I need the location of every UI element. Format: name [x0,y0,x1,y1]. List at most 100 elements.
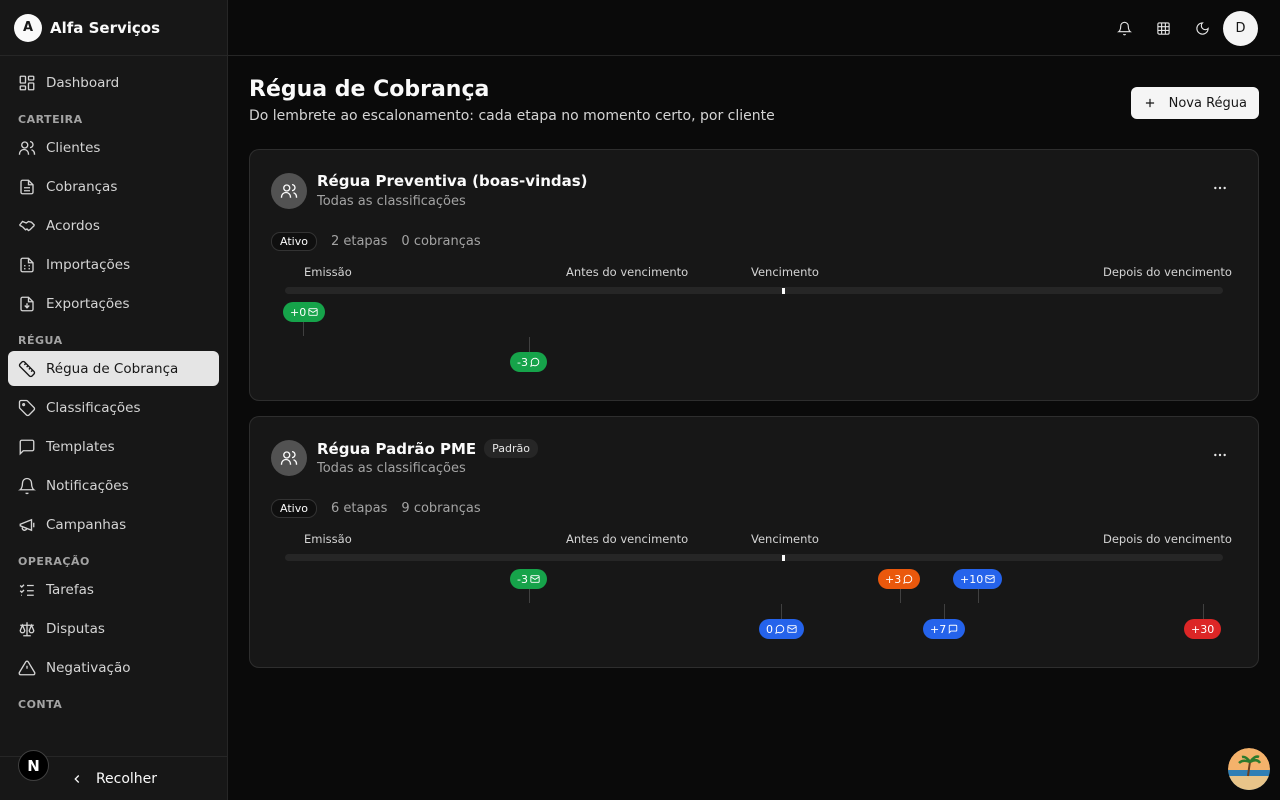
regua-avatar [271,440,307,476]
sidebar-item-label: Disputas [46,620,105,637]
main-content: Régua de Cobrança Do lembrete ao escalon… [228,57,1280,800]
workspace-switcher[interactable]: A Alfa Serviços [0,0,227,56]
page-title: Régua de Cobrança [249,77,490,102]
regua-title: Régua Padrão PME [317,439,477,458]
top-bar: D [228,0,1280,56]
step-chip[interactable]: +10 [953,569,1003,589]
email-icon [787,625,797,633]
dashboard-icon [19,75,35,90]
section-operacao: OPERAÇÃO [18,555,90,568]
sidebar-item-cobrancas[interactable]: Cobranças [8,169,219,204]
step-label: +7 [930,622,947,636]
plus-icon [1145,98,1154,108]
more-horizontal-icon[interactable] [1212,447,1228,463]
message-icon [949,624,958,634]
step-chip[interactable]: +3 [878,569,921,589]
step-label: +10 [960,572,984,586]
list-checks-icon [19,583,34,596]
bell-icon [1116,21,1132,36]
chat-icon [903,574,913,584]
step-label: -3 [517,355,528,369]
regua-subtitle: Todas as classificações [317,194,466,209]
timeline-label-vencimento: Vencimento [751,265,819,279]
users-icon [280,450,298,465]
workspace-name: Alfa Serviços [50,18,161,37]
step-chip[interactable]: -3 [510,569,547,589]
timeline-track [285,287,1223,294]
sidebar-item-label: Régua de Cobrança [46,360,179,377]
regua-title-row: Régua Padrão PME Padrão [317,439,539,458]
step-label: -3 [517,572,528,586]
chat-icon [775,624,785,634]
regua-card[interactable]: Régua Padrão PME Padrão Todas as classif… [249,416,1259,668]
user-avatar[interactable]: D [1223,11,1258,46]
tag-icon [18,399,36,416]
sidebar-item-label: Cobranças [46,178,118,195]
next-dev-badge[interactable]: N [18,750,49,781]
sidebar-item-label: Campanhas [46,516,127,533]
collapse-sidebar-button[interactable]: Recolher [70,771,157,787]
timeline-label-depois: Depois do vencimento [1103,532,1232,546]
collapse-label: Recolher [95,770,158,787]
sidebar-item-acordos[interactable]: Acordos [8,208,219,243]
assistant-avatar[interactable] [1228,748,1270,790]
apps-button[interactable] [1146,12,1180,46]
chevron-left-icon [74,774,80,783]
ruler-icon [18,360,36,377]
sidebar-item-dashboard[interactable]: Dashboard [8,65,219,100]
grid-icon [1156,22,1170,35]
section-conta: CONTA [18,698,63,711]
section-regua: RÉGUA [18,334,63,347]
email-icon [308,308,318,316]
sidebar-item-clientes[interactable]: Clientes [8,130,219,165]
default-badge: Padrão [484,439,539,458]
step-chip[interactable]: -3 [510,352,547,372]
sidebar-item-label: Clientes [46,139,101,156]
bell-icon [18,477,36,494]
regua-avatar [271,173,307,209]
sidebar-item-templates[interactable]: Templates [8,429,219,464]
step-chip[interactable]: 0 [759,619,804,639]
theme-toggle-button[interactable] [1185,12,1219,46]
page-subtitle: Do lembrete ao escalonamento: cada etapa… [249,108,775,124]
step-chip[interactable]: +0 [283,302,326,322]
sidebar-item-label: Templates [46,438,115,455]
sidebar-item-label: Dashboard [46,74,120,91]
section-carteira: CARTEIRA [18,113,83,126]
file-text-icon [20,179,34,194]
new-regua-button[interactable]: Nova Régua [1130,87,1259,119]
chat-icon [530,357,540,367]
alert-triangle-icon [18,660,36,675]
sidebar-item-classificacoes[interactable]: Classificações [8,390,219,425]
step-chip[interactable]: +7 [923,619,966,639]
sidebar-item-negativacao[interactable]: Negativação [8,650,219,685]
moon-icon [1195,22,1209,35]
timeline-label-emissao: Emissão [304,532,352,546]
regua-stats: Ativo 6 etapas 9 cobranças [271,499,481,518]
email-icon [530,575,540,583]
timeline-label-emissao: Emissão [304,265,352,279]
sidebar-item-disputas[interactable]: Disputas [8,611,219,646]
sidebar-item-label: Notificações [46,477,129,494]
etapas-count: 2 etapas [330,234,388,249]
sidebar-item-campanhas[interactable]: Campanhas [8,507,219,542]
users-icon [280,183,298,198]
sidebar-item-tarefas[interactable]: Tarefas [8,572,219,607]
more-horizontal-icon[interactable] [1212,180,1228,196]
sidebar-item-regua-cobranca[interactable]: Régua de Cobrança [8,351,219,386]
sidebar-item-notificacoes[interactable]: Notificações [8,468,219,503]
timeline-label-antes: Antes do vencimento [566,532,689,546]
notifications-button[interactable] [1107,12,1141,46]
status-badge: Ativo [271,499,317,518]
timeline-label-vencimento: Vencimento [751,532,819,546]
sidebar-item-importacoes[interactable]: Importações [8,247,219,282]
scale-icon [19,621,35,636]
regua-title-row: Régua Preventiva (boas-vindas) [317,172,588,190]
vencimento-marker [782,555,785,561]
regua-card[interactable]: Régua Preventiva (boas-vindas) Todas as … [249,149,1259,401]
file-spreadsheet-icon [20,257,34,272]
timeline-label-depois: Depois do vencimento [1103,265,1232,279]
sidebar: A Alfa Serviços Dashboard CARTEIRA Clien… [0,0,228,800]
sidebar-item-exportacoes[interactable]: Exportações [8,286,219,321]
step-chip[interactable]: +30 [1184,619,1222,639]
